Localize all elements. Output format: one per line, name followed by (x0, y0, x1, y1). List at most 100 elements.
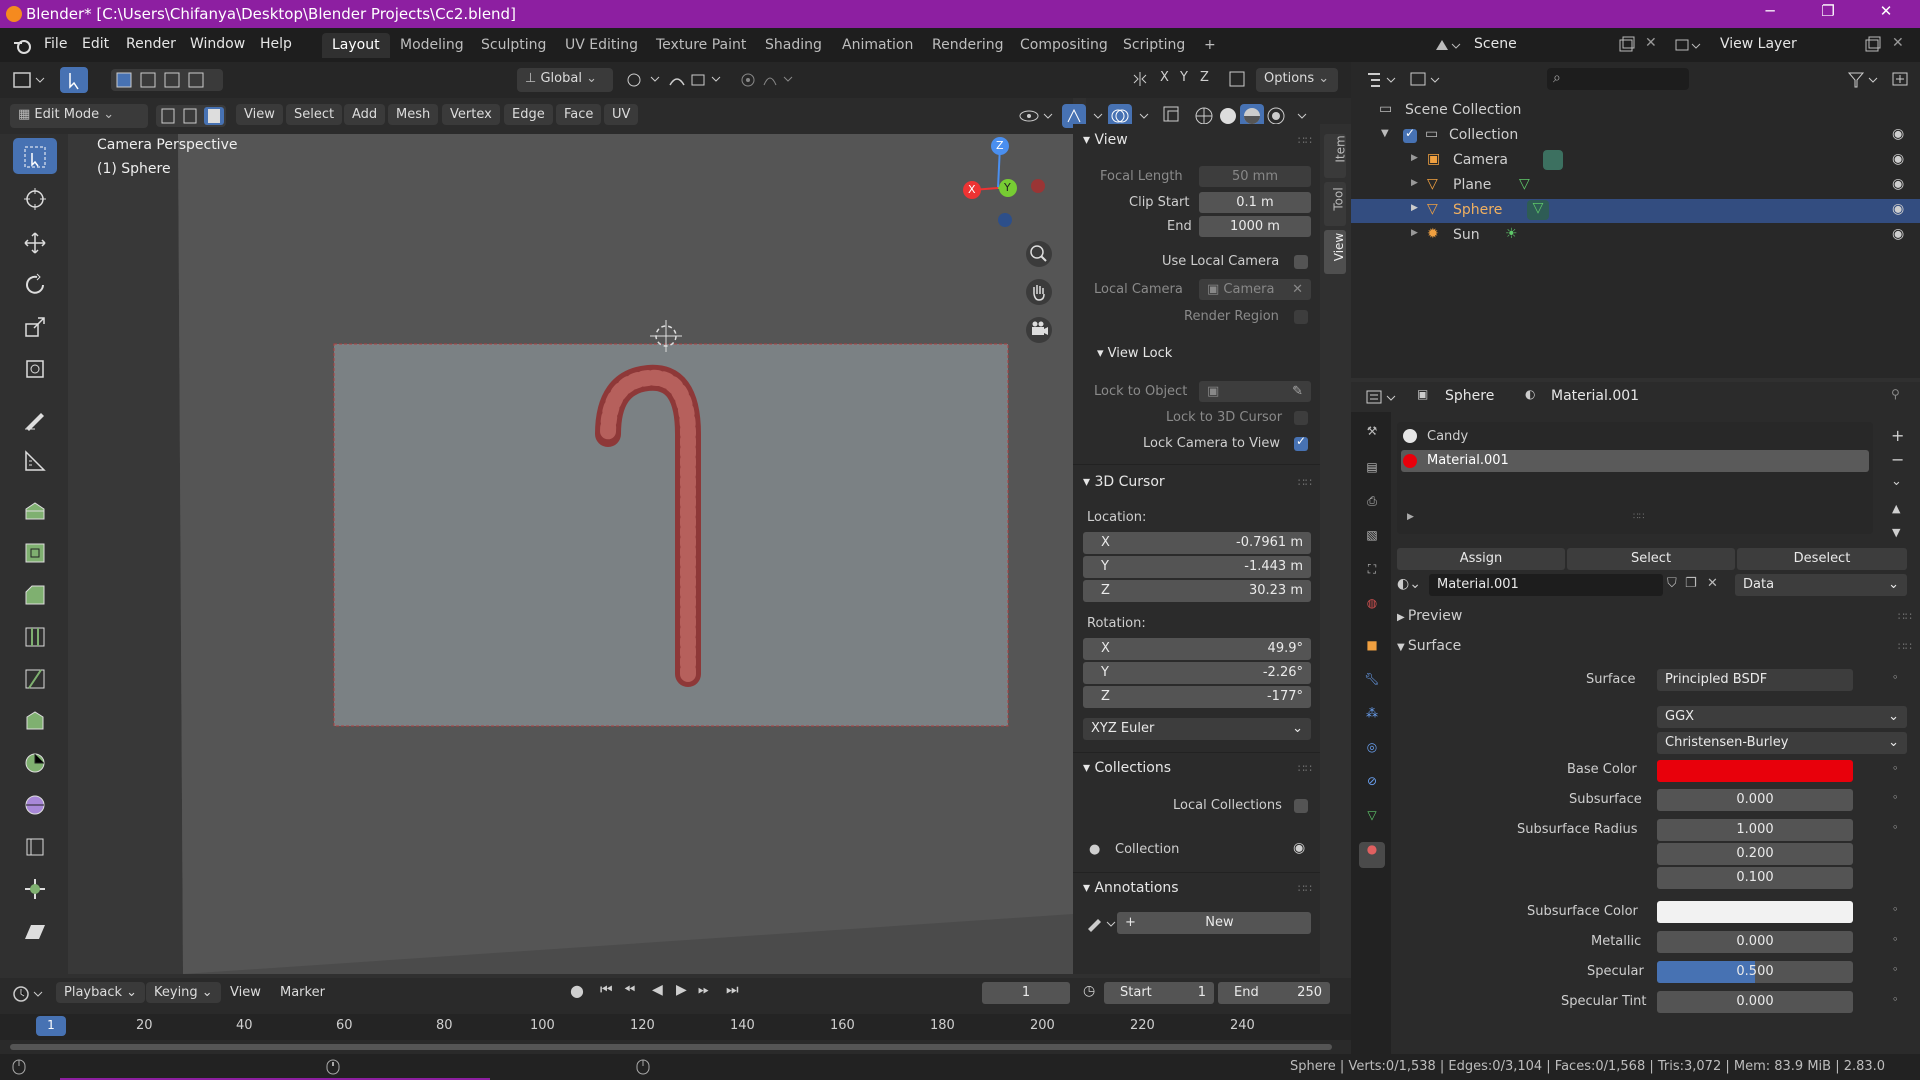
view-layer-tab-icon[interactable]: ▧ (1359, 528, 1385, 554)
local-camera-field[interactable]: ▣ Camera ✕ (1199, 279, 1311, 300)
cursor-rotation-x-field[interactable]: X 49.9° (1083, 638, 1311, 660)
move-up-icon[interactable]: ▲ (1892, 502, 1900, 515)
workspace-tab-layout[interactable]: Layout (322, 33, 390, 58)
focal-length-field[interactable]: 50 mm (1199, 166, 1311, 187)
tool-extrude[interactable] (13, 492, 57, 528)
zoom-icon[interactable] (1025, 240, 1053, 268)
add-slot-icon[interactable]: + (1891, 426, 1904, 445)
timeline-horizontal-scrollbar[interactable] (10, 1044, 1332, 1050)
mesh-data-icon[interactable]: ▽ (1527, 200, 1549, 220)
menu-add[interactable]: Add (344, 104, 386, 125)
socket-link-icon[interactable]: ◦ (1892, 903, 1899, 916)
menu-edit[interactable]: Edit (82, 36, 109, 52)
mirror-axis-y[interactable]: Y (1180, 70, 1188, 85)
workspace-tab-scripting[interactable]: Scripting (1113, 33, 1195, 58)
select-mode-vertex-edge-face[interactable] (156, 105, 226, 127)
rotation-mode-dropdown[interactable]: XYZ Euler ⌄ (1083, 718, 1311, 740)
cursor-location-x-field[interactable]: X -0.7961 m (1083, 532, 1311, 554)
collection-item-label[interactable]: Collection (1115, 842, 1179, 857)
expand-chevron-icon[interactable]: ▶ (1411, 153, 1418, 163)
surface-section-header[interactable]: ▼ Surface (1397, 638, 1461, 654)
timeline-view-menu[interactable]: View (222, 982, 269, 1003)
options-dropdown[interactable]: Options ⌄ (1256, 68, 1338, 92)
menu-mesh[interactable]: Mesh (388, 104, 439, 125)
subsurface-color-swatch[interactable] (1657, 901, 1853, 923)
workspace-tab-rendering[interactable]: Rendering (922, 33, 1014, 58)
tool-transform[interactable] (13, 350, 57, 386)
material-tab-icon[interactable]: ● (1359, 842, 1385, 868)
workspace-tab-modeling[interactable]: Modeling (390, 33, 474, 58)
tool-spin[interactable] (13, 744, 57, 780)
shading-options-icon[interactable] (1294, 106, 1314, 126)
display-mode-icon[interactable] (1409, 70, 1449, 90)
outliner-row-sphere[interactable]: ▶ ▽ Sphere ▽ ◉ (1351, 199, 1920, 223)
filter-icon[interactable] (1847, 70, 1883, 90)
link-dropdown[interactable]: Data ⌄ (1735, 574, 1907, 596)
specular-tint-field[interactable]: 0.000 (1657, 991, 1853, 1013)
menu-help[interactable]: Help (260, 36, 292, 52)
expand-chevron-icon[interactable]: ▶ (1411, 203, 1418, 213)
transform-orientation-dropdown[interactable]: ⊥ Global ⌄ (517, 68, 613, 92)
cursor-location-z-field[interactable]: Z 30.23 m (1083, 580, 1311, 602)
output-tab-icon[interactable]: ⎙ (1359, 494, 1385, 520)
mirror-icon[interactable] (1132, 70, 1148, 88)
drag-handle-icon[interactable]: ∷∷ (1898, 640, 1912, 653)
current-frame-indicator[interactable]: 1 (36, 1016, 66, 1036)
move-down-icon[interactable]: ▼ (1892, 526, 1900, 539)
menu-uv[interactable]: UV (604, 104, 639, 125)
current-frame-field[interactable]: 1 (982, 982, 1070, 1004)
annotation-layer-icon[interactable] (1085, 914, 1121, 934)
slot-specials-icon[interactable]: ⌄ (1891, 474, 1902, 489)
workspace-tab-texture-paint[interactable]: Texture Paint (646, 33, 756, 58)
subsurface-radius-y-field[interactable]: 0.200 (1657, 843, 1853, 865)
properties-editor-type-icon[interactable] (1365, 388, 1405, 408)
eye-icon[interactable]: ◉ (1892, 176, 1904, 192)
lock-camera-to-view-checkbox[interactable] (1294, 434, 1308, 451)
eye-icon[interactable]: ◉ (1892, 201, 1904, 217)
tool-shear[interactable] (13, 912, 57, 948)
select-tool-mode-button[interactable] (60, 67, 88, 93)
camera-view-icon[interactable] (1025, 316, 1053, 344)
add-workspace-button[interactable]: + (1194, 33, 1226, 58)
mode-dropdown[interactable]: ▦ Edit Mode ⌄ (10, 104, 148, 128)
metallic-field[interactable]: 0.000 (1657, 931, 1853, 953)
context-material-name[interactable]: Material.001 (1551, 388, 1639, 404)
material-slot-material-001[interactable]: Material.001 (1401, 450, 1869, 472)
object-tab-icon[interactable]: ■ (1359, 638, 1385, 664)
auto-merge-icon[interactable] (1228, 70, 1246, 88)
npanel-tab-item[interactable]: Item (1324, 134, 1348, 178)
menu-face[interactable]: Face (556, 104, 602, 125)
cursor-location-y-field[interactable]: Y -1.443 m (1083, 556, 1311, 578)
drag-handle-icon[interactable]: ∷∷ (1298, 882, 1312, 895)
remove-slot-icon[interactable]: − (1891, 450, 1904, 469)
outliner-editor-type-icon[interactable] (1365, 70, 1405, 90)
3d-viewport[interactable]: Camera Perspective (1) Sphere Z X Y (68, 134, 1073, 974)
timeline-editor-type-icon[interactable] (12, 984, 52, 1004)
tool-scale[interactable] (13, 308, 57, 344)
tool-rotate[interactable] (13, 266, 57, 302)
clip-start-field[interactable]: 0.1 m (1199, 192, 1311, 213)
socket-link-icon[interactable]: ◦ (1892, 821, 1899, 834)
jump-end-icon[interactable]: ⏭ (726, 982, 739, 998)
eye-icon[interactable]: ◉ (1892, 226, 1904, 242)
tool-edge-slide[interactable] (13, 828, 57, 864)
play-reverse-icon[interactable]: ◀ (652, 982, 663, 998)
socket-link-icon[interactable]: ◦ (1892, 671, 1899, 684)
mirror-axis-z[interactable]: Z (1200, 70, 1209, 85)
lock-to-object-field[interactable]: ▣ ✎ (1199, 381, 1311, 402)
preview-section-header[interactable]: ▶ Preview (1397, 608, 1462, 624)
proportional-editing-icon[interactable] (740, 71, 800, 89)
duplicate-material-icon[interactable]: ❐ (1685, 576, 1697, 591)
constraints-tab-icon[interactable]: ⊘ (1359, 774, 1385, 800)
material-browse-icon[interactable]: ◐⌄ (1397, 576, 1421, 592)
new-view-layer-icon[interactable] (1864, 36, 1882, 54)
start-frame-field[interactable]: Start 1 (1104, 982, 1214, 1004)
eye-icon[interactable]: ◉ (1293, 840, 1305, 856)
pivot-point-icon[interactable] (625, 71, 665, 89)
subsurface-radius-x-field[interactable]: 1.000 (1657, 819, 1853, 841)
panel-view-header[interactable]: ▾ View (1083, 132, 1128, 148)
drag-handle-icon[interactable]: ∷∷ (1898, 610, 1912, 623)
remove-view-layer-icon[interactable]: ✕ (1892, 35, 1904, 51)
panel-3d-cursor-header[interactable]: ▾ 3D Cursor (1083, 474, 1165, 490)
snap-icon[interactable] (668, 71, 728, 89)
